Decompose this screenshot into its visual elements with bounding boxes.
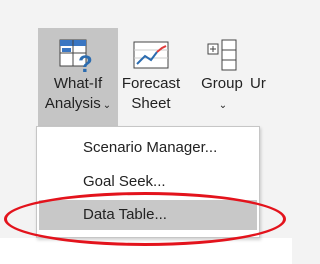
chevron-down-icon: ⌄ [218,100,228,111]
ribbon: ? What-If Analysis ⌄ Forecast Sheet Grou… [0,0,292,140]
what-if-icon: ? [58,38,98,78]
group-label: Group [201,75,243,92]
what-if-label-line1: What-If [53,75,103,92]
what-if-dropdown-menu: Scenario Manager... Goal Seek... Data Ta… [36,126,260,238]
svg-text:?: ? [78,51,93,74]
ungroup-label: Ur [250,75,266,92]
what-if-label-line2: Analysis ⌄ [45,94,111,116]
chevron-down-icon: ⌄ [102,100,112,111]
group-caret: ⌄ [217,94,227,116]
what-if-label-text: Analysis [44,95,101,112]
ungroup-button[interactable]: Ur [250,28,300,128]
menu-item-scenario-manager[interactable]: Scenario Manager... [39,133,257,163]
forecast-label-line2: Sheet [131,95,171,112]
what-if-analysis-button[interactable]: ? What-If Analysis ⌄ [38,28,118,128]
forecast-label-line1: Forecast [121,75,181,92]
menu-item-goal-seek[interactable]: Goal Seek... [39,167,257,197]
menu-item-data-table[interactable]: Data Table... [39,200,257,230]
ungroup-icon [255,38,295,74]
forecast-sheet-icon [131,38,171,74]
group-button[interactable]: Group ⌄ [194,28,250,128]
forecast-sheet-button[interactable]: Forecast Sheet [118,28,184,128]
group-icon [202,38,242,74]
sheet-area [0,238,292,264]
